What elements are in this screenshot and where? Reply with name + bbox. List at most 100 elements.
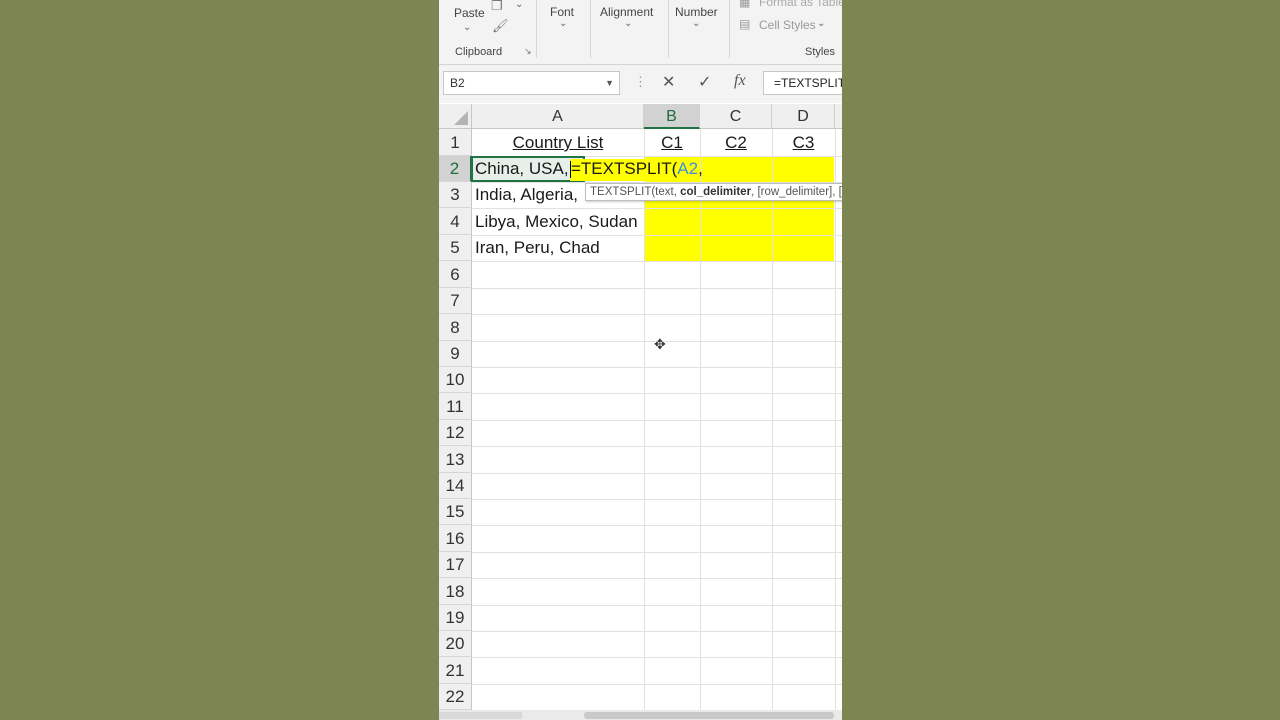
editor-trailing-text: , [698, 159, 703, 178]
row-header[interactable]: 6 [439, 261, 472, 288]
excel-window: Paste ⌄ ❐ ⌄ 🖌 Clipboard ↘ Font ⌄ Alignme… [439, 0, 842, 720]
editor-function-text: =TEXTSPLIT( [571, 159, 678, 178]
format-painter-icon[interactable]: 🖌 [492, 18, 509, 34]
row-divider [472, 420, 842, 421]
row-divider [472, 552, 842, 553]
column-divider [700, 129, 701, 720]
number-group-button[interactable]: Number [675, 5, 718, 19]
dialog-launcher-icon[interactable]: ↘ [524, 46, 532, 57]
cell-editor-b2[interactable]: =TEXTSPLIT(A2, [570, 159, 703, 181]
row-header[interactable]: 5 [439, 235, 472, 261]
clipboard-group-label: Clipboard [455, 46, 503, 58]
cross-cursor-icon: ✥ [654, 336, 666, 352]
styles-group-label: Styles [805, 46, 835, 58]
name-box[interactable]: B2 ▼ [443, 71, 620, 95]
row-header[interactable]: 7 [439, 288, 472, 314]
font-dropdown-icon[interactable]: ⌄ [559, 18, 567, 29]
row-header[interactable]: 2 [439, 156, 472, 182]
name-box-value: B2 [450, 76, 465, 90]
cell-b1[interactable]: C1 [644, 129, 700, 156]
row-divider [472, 684, 842, 685]
select-all-corner[interactable] [439, 104, 472, 129]
more-options-icon[interactable]: ⋮ [634, 74, 647, 90]
column-header-b[interactable]: B [644, 104, 700, 129]
tooltip-function: TEXTSPLIT(text, [590, 186, 681, 198]
font-group-button[interactable]: Font [550, 5, 574, 19]
copy-icon[interactable]: ❐ [491, 0, 503, 14]
cell-a4[interactable]: Libya, Mexico, Sudan [472, 208, 644, 235]
row-divider [472, 367, 842, 368]
column-divider [772, 129, 773, 720]
row-divider [472, 525, 842, 526]
formula-bar: B2 ▼ ⋮ ✕ ✓ fx =TEXTSPLIT [439, 65, 842, 103]
row-header[interactable]: 1 [439, 129, 472, 156]
paste-dropdown-icon[interactable]: ⌄ [463, 22, 471, 33]
cell-c1[interactable]: C2 [700, 129, 772, 156]
sheet-tab-area[interactable] [439, 712, 522, 719]
tooltip-rest: , [row_delimiter], [i [751, 186, 842, 198]
row-header[interactable]: 19 [439, 605, 472, 631]
alignment-group-button[interactable]: Alignment [600, 5, 653, 19]
ribbon: Paste ⌄ ❐ ⌄ 🖌 Clipboard ↘ Font ⌄ Alignme… [439, 0, 842, 65]
format-table-icon: ▦ [739, 0, 751, 9]
number-dropdown-icon[interactable]: ⌄ [692, 18, 700, 29]
format-as-table-button[interactable]: Format as Table [759, 0, 842, 9]
row-header[interactable]: 21 [439, 657, 472, 684]
row-divider [472, 578, 842, 579]
row-header[interactable]: 11 [439, 393, 472, 420]
tooltip-current-argument: col_delimiter [680, 186, 752, 198]
column-divider [835, 129, 836, 720]
row-divider [472, 499, 842, 500]
ribbon-separator [729, 0, 730, 58]
cancel-icon[interactable]: ✕ [662, 72, 675, 92]
row-header[interactable]: 22 [439, 684, 472, 710]
editor-reference-text: A2 [677, 159, 699, 178]
row-divider [472, 657, 842, 658]
row-divider [472, 446, 842, 447]
column-header-d[interactable]: D [772, 104, 835, 129]
paste-button[interactable]: Paste [454, 6, 485, 20]
row-header[interactable]: 12 [439, 420, 472, 446]
ribbon-separator [536, 0, 537, 58]
cell-a1[interactable]: Country List [472, 129, 644, 156]
spreadsheet-grid: A B C D 1 2 3 4 5 6 7 8 9 10 11 12 13 14… [439, 104, 842, 720]
copy-dropdown-icon[interactable]: ⌄ [515, 0, 523, 10]
alignment-dropdown-icon[interactable]: ⌄ [624, 18, 632, 29]
row-header[interactable]: 17 [439, 552, 472, 578]
row-header[interactable]: 3 [439, 182, 472, 208]
cell-styles-dropdown-icon[interactable]: ⌄ [817, 18, 825, 29]
row-header[interactable]: 20 [439, 631, 472, 657]
row-divider [472, 605, 842, 606]
scrollbar-thumb[interactable] [584, 712, 834, 719]
ribbon-separator [590, 0, 591, 58]
row-header[interactable]: 13 [439, 446, 472, 473]
row-header[interactable]: 4 [439, 208, 472, 235]
chevron-down-icon[interactable]: ▼ [605, 72, 614, 94]
row-header[interactable]: 10 [439, 367, 472, 393]
column-header-partial[interactable] [835, 104, 842, 129]
row-header[interactable]: 9 [439, 341, 472, 367]
cell-styles-button[interactable]: Cell Styles [759, 18, 816, 32]
row-divider [472, 288, 842, 289]
insert-function-icon[interactable]: fx [734, 72, 746, 90]
row-header[interactable]: 8 [439, 314, 472, 341]
cell-d1[interactable]: C3 [772, 129, 835, 156]
row-header[interactable]: 16 [439, 525, 472, 552]
row-divider [472, 393, 842, 394]
row-divider [472, 473, 842, 474]
column-divider [644, 129, 645, 720]
row-header[interactable]: 15 [439, 499, 472, 525]
column-header-c[interactable]: C [700, 104, 772, 129]
row-header[interactable]: 18 [439, 578, 472, 605]
cell-a5[interactable]: Iran, Peru, Chad [472, 235, 644, 261]
horizontal-scrollbar[interactable] [439, 710, 842, 720]
enter-icon[interactable]: ✓ [698, 72, 711, 92]
formula-input[interactable]: =TEXTSPLIT [763, 71, 842, 95]
row-header[interactable]: 14 [439, 473, 472, 499]
row-divider [472, 314, 842, 315]
ribbon-separator [668, 0, 669, 58]
column-header-a[interactable]: A [472, 104, 644, 129]
function-syntax-tooltip[interactable]: TEXTSPLIT(text, col_delimiter, [row_deli… [585, 183, 842, 201]
row-divider [472, 631, 842, 632]
cell-styles-icon: ▤ [739, 17, 751, 31]
